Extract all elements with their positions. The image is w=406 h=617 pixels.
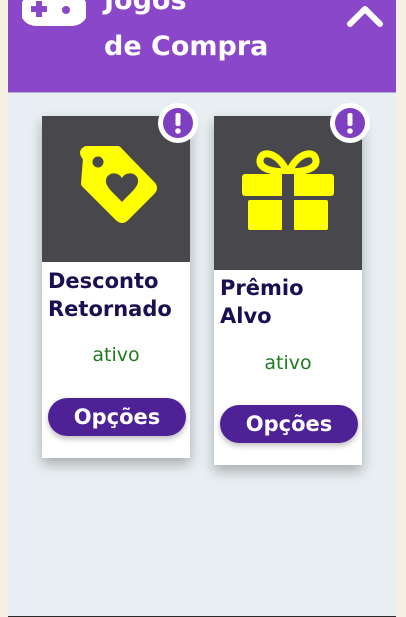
status-text: ativo bbox=[264, 352, 312, 374]
card-title: Desconto Retornado bbox=[48, 267, 172, 323]
panel-title-line2: de Compra bbox=[104, 31, 269, 62]
alert-badge-icon[interactable] bbox=[329, 102, 371, 144]
chevron-up-icon[interactable] bbox=[346, 0, 384, 30]
panel-title-line1: Jogos bbox=[104, 0, 187, 16]
panel-header[interactable]: Jogos de Compra bbox=[8, 0, 396, 93]
game-card-desconto-retornado[interactable]: Desconto Retornado ativo Opções bbox=[42, 116, 190, 458]
game-card-premio-alvo[interactable]: Prêmio Alvo ativo Opções bbox=[214, 116, 362, 465]
card-title-line2: Retornado bbox=[48, 297, 172, 321]
card-title: Prêmio Alvo bbox=[220, 274, 304, 330]
card-title-line2: Alvo bbox=[220, 304, 272, 328]
gamepad-icon bbox=[22, 0, 86, 26]
options-button[interactable]: Opções bbox=[48, 398, 186, 436]
options-button[interactable]: Opções bbox=[220, 405, 358, 443]
alert-badge-icon[interactable] bbox=[157, 102, 199, 144]
status-text: ativo bbox=[92, 344, 140, 366]
shopping-games-panel: Jogos de Compra Desconto Retornado ativo… bbox=[8, 0, 396, 617]
card-title-line1: Prêmio bbox=[220, 276, 304, 300]
panel-title: Jogos de Compra bbox=[104, 0, 324, 70]
card-title-line1: Desconto bbox=[48, 269, 159, 293]
